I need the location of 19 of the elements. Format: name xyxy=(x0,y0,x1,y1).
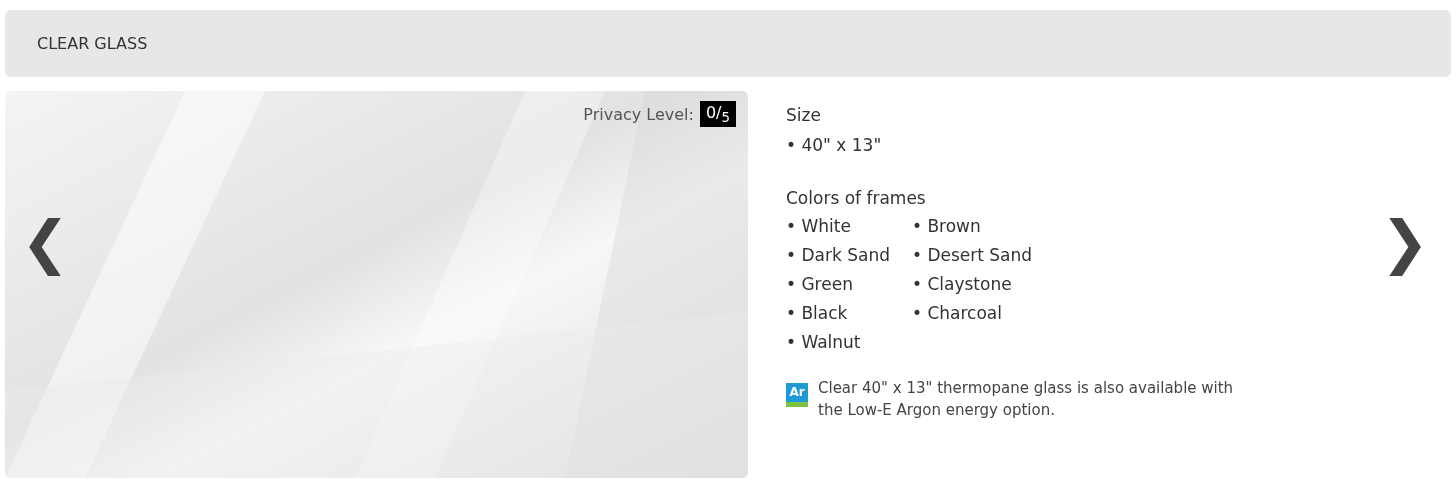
color-item: • Black xyxy=(786,302,849,325)
color-item: • Walnut xyxy=(786,331,862,354)
previous-button[interactable]: ❮ xyxy=(17,196,74,290)
privacy-value: 0/$_{5}$ xyxy=(699,101,736,128)
argon-note: Clear 40" x 13" thermopane glass is also available with the Low-E Argon energy option. xyxy=(818,378,1235,421)
color-item: • Claystone xyxy=(911,273,1013,296)
color-item: • Dark Sand xyxy=(786,244,890,267)
size-heading: Size xyxy=(786,105,822,125)
size-item: • 40" x 13" xyxy=(786,134,883,157)
section-title: CLEAR GLASS xyxy=(37,34,148,53)
color-item: • Desert Sand xyxy=(911,244,1033,267)
next-button[interactable]: ❯ xyxy=(1376,196,1433,290)
color-item: • White xyxy=(786,215,852,238)
color-item: • Brown xyxy=(911,215,982,238)
color-item: • Green xyxy=(786,273,854,296)
privacy-label: Privacy Level: xyxy=(583,104,694,124)
colors-heading: Colors of frames xyxy=(786,188,927,208)
argon-badge: Ar xyxy=(786,383,808,407)
color-item: • Charcoal xyxy=(911,302,1003,325)
